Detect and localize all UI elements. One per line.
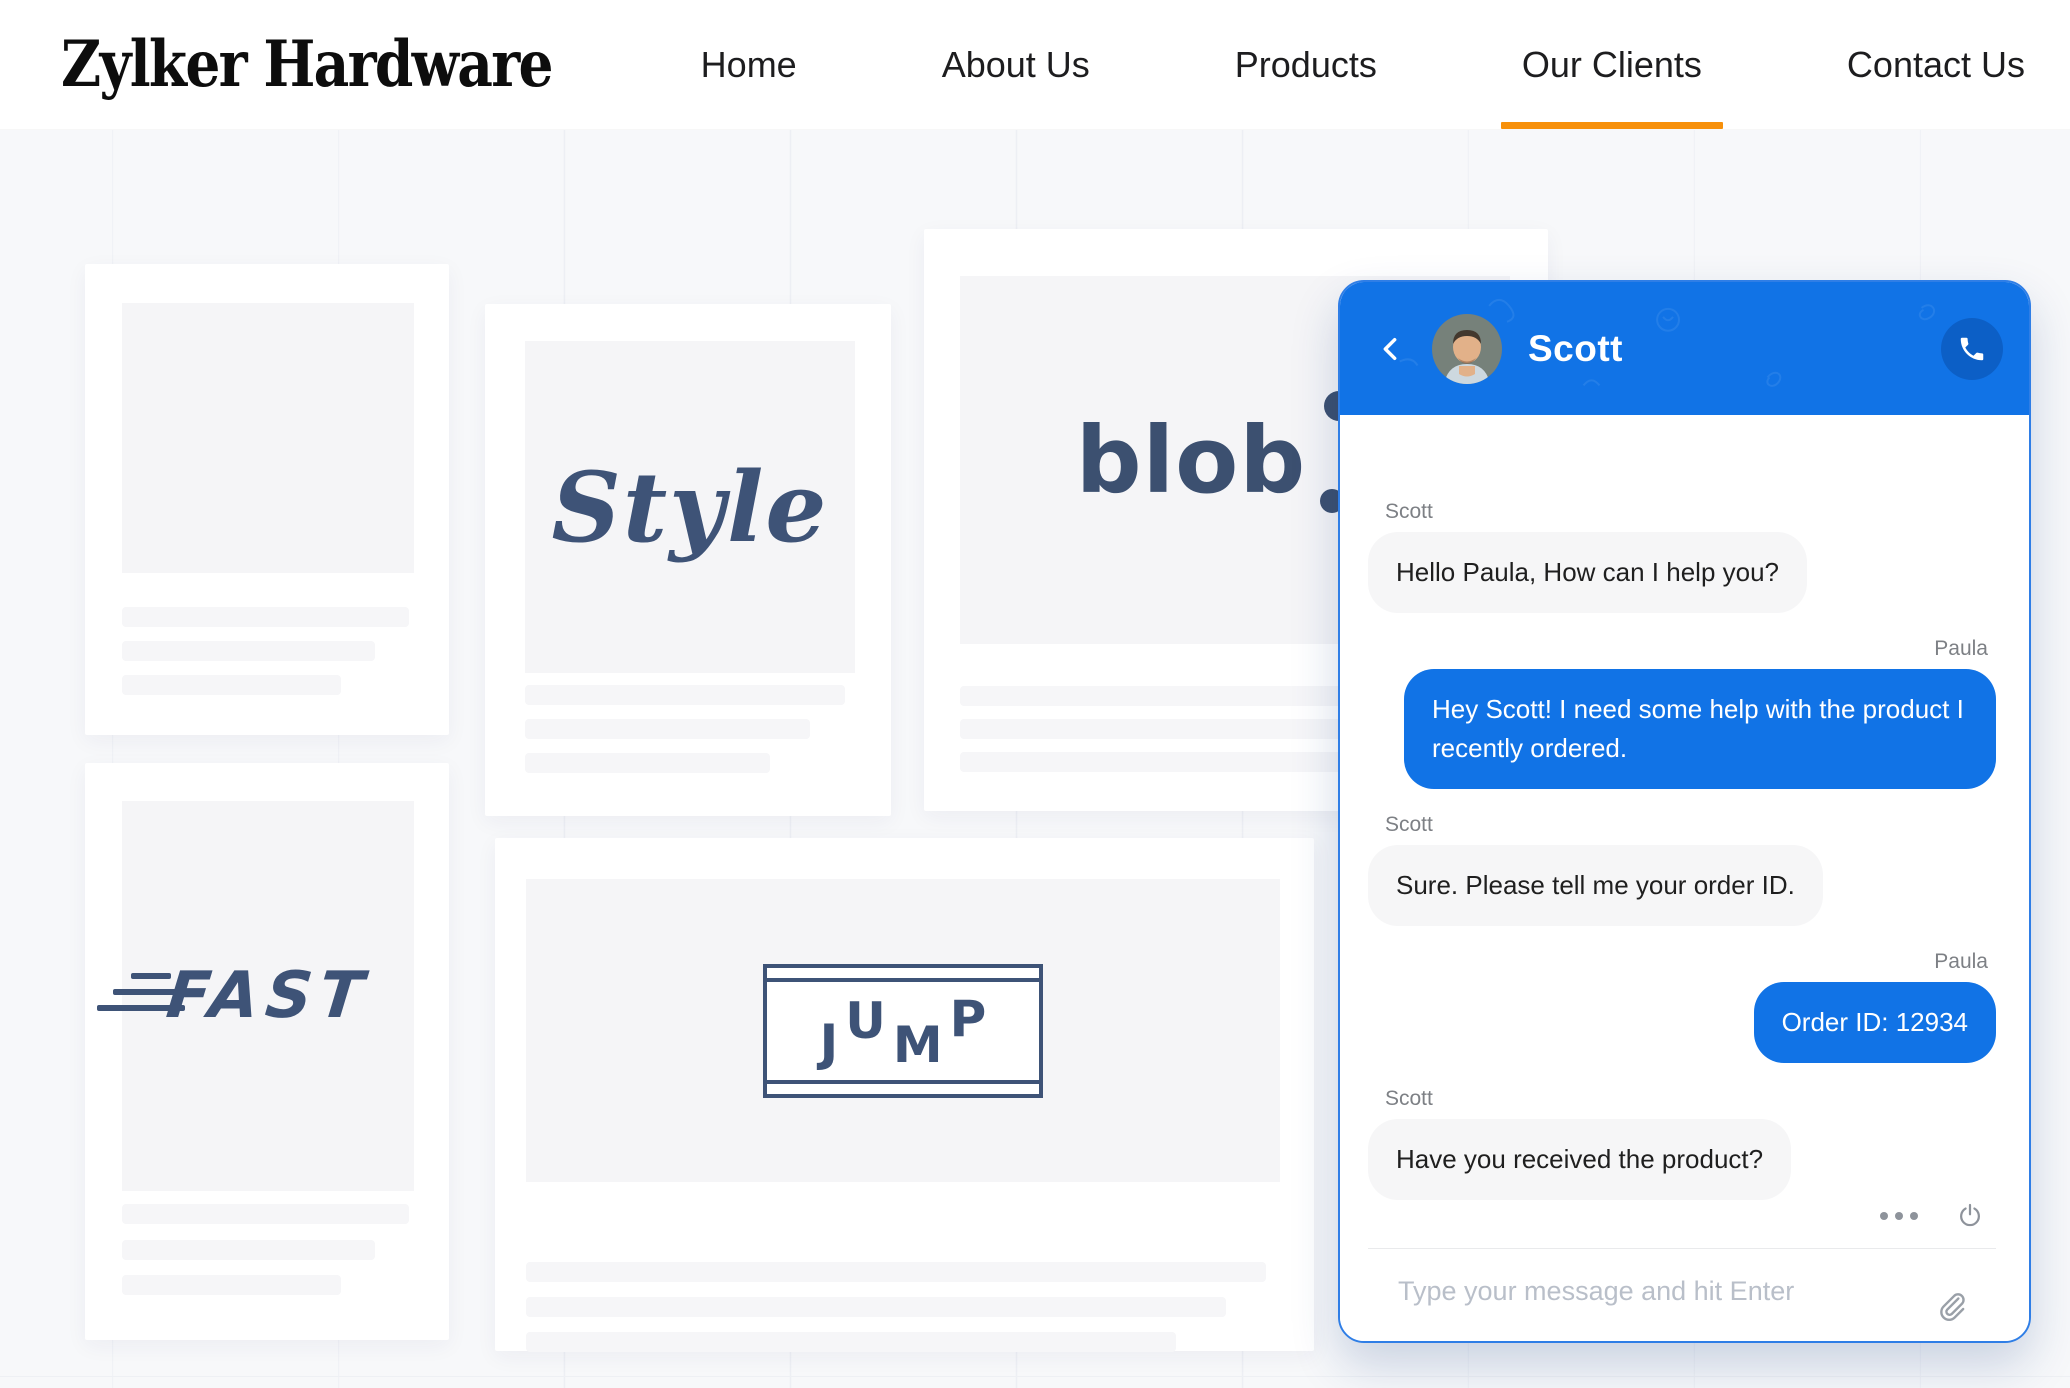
message-sender: Scott (1385, 1087, 1433, 1110)
nav-item-home[interactable]: Home (701, 0, 797, 129)
power-icon (1960, 1203, 1980, 1227)
text-placeholder-line (526, 1297, 1226, 1317)
fast-logo-image: FAST (96, 801, 414, 1191)
client-card-jump: JUMP (495, 838, 1314, 1352)
jump-logo-letters: JUMP (819, 989, 987, 1074)
more-options-icon (1880, 1212, 1888, 1220)
nav-item-contact-us[interactable]: Contact Us (1847, 0, 2025, 129)
brand-logo[interactable]: Zylker Hardware (61, 27, 554, 102)
text-placeholder-line (525, 719, 810, 739)
text-placeholder-line (122, 1275, 341, 1295)
text-placeholder-line (122, 1204, 409, 1224)
message-sender: Paula (1934, 637, 1988, 660)
main-nav: Home About Us Products Our Clients Conta… (701, 0, 2025, 129)
chat-input-area (1368, 1248, 1996, 1341)
chat-bubble-agent: Sure. Please tell me your order ID. (1368, 845, 1823, 926)
blob-logo-text: blob (1075, 406, 1307, 514)
end-chat-button[interactable] (1954, 1200, 1986, 1232)
top-navigation-bar: Zylker Hardware Home About Us Products O… (0, 0, 2070, 130)
jump-logo-image: JUMP (526, 879, 1280, 1182)
paperclip-icon (1940, 1293, 1965, 1321)
message-group: Paula Order ID: 12934 (1368, 950, 1996, 1063)
style-logo-image: Style (525, 341, 855, 673)
back-chevron-icon (1383, 337, 1397, 360)
chat-bubble-agent: Have you received the product? (1368, 1119, 1792, 1200)
message-input[interactable] (1398, 1269, 1918, 1313)
chat-bubble-agent: Hello Paula, How can I help you? (1368, 532, 1808, 613)
text-placeholder-line (525, 753, 770, 773)
fast-logo: FAST (96, 959, 373, 1033)
text-placeholder-line (122, 607, 409, 627)
chat-widget: Scott Scott Hello Paula, How can I help … (1338, 280, 2031, 1343)
client-card-style: Style (485, 304, 891, 816)
more-options-button[interactable] (1874, 1206, 1924, 1226)
chat-header: Scott (1340, 282, 2029, 415)
message-sender: Scott (1385, 813, 1433, 836)
call-button[interactable] (1941, 317, 2003, 380)
more-options-icon (1895, 1212, 1903, 1220)
message-group: Scott Have you received the product? (1368, 1087, 1996, 1200)
text-placeholder-line (526, 1332, 1176, 1352)
text-placeholder-line (526, 1262, 1266, 1282)
text-placeholder-line (122, 1240, 375, 1260)
client-card-fast: FAST (85, 763, 449, 1340)
message-sender: Paula (1934, 950, 1988, 973)
fast-logo-text: FAST (162, 959, 374, 1033)
chat-bubble-visitor: Hey Scott! I need some help with the pro… (1404, 669, 1996, 789)
background-row-line (0, 1376, 2070, 1377)
logo-image-placeholder (122, 303, 414, 573)
client-card-empty (85, 264, 449, 735)
chat-conversation: Scott Hello Paula, How can I help you? P… (1340, 415, 2029, 1341)
message-sender: Scott (1385, 500, 1433, 523)
attach-file-button[interactable] (1934, 1291, 1968, 1325)
chat-agent-name: Scott (1528, 327, 1623, 369)
text-placeholder-line (122, 641, 375, 661)
jump-logo: JUMP (763, 963, 1043, 1098)
nav-item-products[interactable]: Products (1235, 0, 1377, 129)
style-logo: Style (551, 450, 829, 564)
page: Zylker Hardware Home About Us Products O… (0, 0, 2070, 1388)
back-button[interactable] (1370, 327, 1414, 371)
message-group: Scott Sure. Please tell me your order ID… (1368, 813, 1996, 926)
text-placeholder-line (525, 685, 845, 705)
chat-options-row (1368, 1200, 1996, 1248)
text-placeholder-line (122, 675, 341, 695)
more-options-icon (1910, 1212, 1918, 1220)
nav-item-our-clients[interactable]: Our Clients (1500, 0, 1723, 129)
chat-bubble-visitor: Order ID: 12934 (1753, 982, 1996, 1063)
nav-item-about-us[interactable]: About Us (942, 0, 1090, 129)
speed-line (130, 973, 171, 979)
agent-avatar (1432, 313, 1502, 384)
phone-icon (1960, 337, 1984, 360)
message-group: Paula Hey Scott! I need some help with t… (1368, 637, 1996, 789)
message-group: Scott Hello Paula, How can I help you? (1368, 500, 1996, 613)
